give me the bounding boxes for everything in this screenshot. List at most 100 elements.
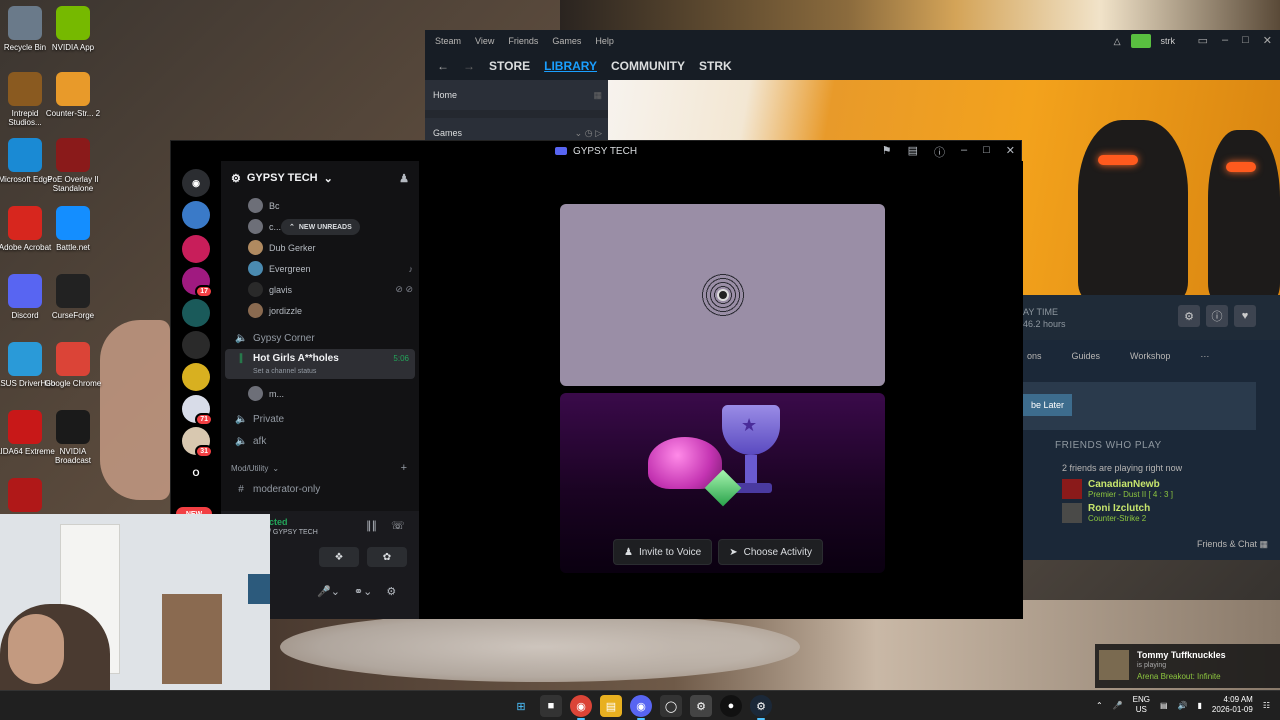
user-video-tile[interactable] — [560, 204, 885, 386]
server-icon[interactable] — [182, 363, 210, 391]
friends-chat-button[interactable]: Friends & Chat ▦ — [1197, 539, 1268, 550]
desktop-icon[interactable] — [0, 478, 55, 515]
desktop-icon[interactable]: Battle.net — [43, 206, 103, 252]
minimize-icon[interactable]: – — [1222, 34, 1228, 47]
friend-row[interactable]: CanadianNewb Premier - Dust II [ 4 : 3 ] — [1055, 479, 1255, 499]
chevron-up-icon[interactable]: ⌃ — [1096, 701, 1103, 710]
discord-icon[interactable]: ◉ — [630, 695, 652, 720]
inbox-icon[interactable]: ▤ — [908, 144, 918, 160]
server-icon[interactable] — [182, 331, 210, 359]
noise-suppression-icon[interactable]: ∥∥ — [366, 519, 377, 532]
bigpicture-icon[interactable]: ▭ — [1198, 34, 1208, 47]
nav-community[interactable]: COMMUNITY — [611, 59, 685, 73]
category-mod-utility[interactable]: Mod/Utility ⌄ + — [221, 458, 419, 478]
steam-menu-view[interactable]: View — [475, 36, 494, 46]
task-view-icon[interactable]: ■ — [540, 695, 562, 717]
heart-icon[interactable]: ♥ — [1234, 305, 1256, 327]
broadcast-icon[interactable]: △ — [1114, 36, 1121, 47]
notifications-icon[interactable]: ☷ — [1263, 701, 1270, 710]
server-icon[interactable]: 31 — [182, 427, 213, 458]
steam-notification[interactable]: Tommy Tuffknuckles is playing Arena Brea… — [1095, 644, 1280, 688]
battery-icon[interactable]: ▮ — [1198, 701, 1202, 710]
nav-user[interactable]: STRK — [699, 59, 732, 73]
notification-bell-icon[interactable] — [1130, 34, 1151, 48]
clock[interactable]: 4:09 AM 2026-01-09 — [1212, 695, 1253, 715]
choose-activity-button[interactable]: ➤ Choose Activity — [718, 539, 823, 565]
desktop-icon[interactable]: Google Chrome — [43, 342, 103, 388]
language-indicator[interactable]: ENG US — [1133, 695, 1150, 715]
channel-afk[interactable]: 🔈 afk — [225, 430, 415, 452]
tab-guides[interactable]: Guides — [1072, 351, 1101, 361]
close-icon[interactable]: ✕ — [1006, 144, 1015, 160]
help-icon[interactable]: ⓘ — [934, 144, 945, 160]
play-later-button[interactable]: be Later — [1023, 394, 1073, 416]
voice-user[interactable]: c... — [221, 216, 419, 237]
voice-user[interactable]: Dub Gerker — [221, 237, 419, 258]
headphones-icon[interactable]: ⚭⌄ — [354, 585, 372, 598]
obs-icon[interactable]: ◯ — [660, 695, 682, 717]
channel-moderator-only[interactable]: # moderator-only — [225, 478, 415, 500]
network-icon[interactable]: ▤ — [1160, 701, 1168, 710]
voice-user[interactable]: m... — [221, 383, 419, 404]
sidebar-home[interactable]: Home ▦ — [425, 80, 608, 110]
microphone-icon[interactable]: 🎤⌄ — [317, 585, 340, 598]
close-icon[interactable]: ✕ — [1263, 34, 1272, 47]
server-icon[interactable] — [182, 299, 210, 327]
voice-user[interactable]: jordizzle — [221, 300, 419, 321]
steam-menu-games[interactable]: Games — [552, 36, 581, 46]
soundboard-icon[interactable]: ✿ — [367, 547, 407, 567]
channel-private[interactable]: 🔈 Private — [225, 408, 415, 430]
gear-icon[interactable]: ⚙ — [1178, 305, 1200, 327]
activity-icon[interactable]: ❖ — [319, 547, 359, 567]
back-arrow-icon[interactable]: ← — [437, 59, 449, 73]
invite-to-voice-button[interactable]: ♟ Invite to Voice — [613, 539, 713, 565]
file-explorer-icon[interactable]: ▤ — [600, 695, 622, 717]
desktop-icon[interactable]: NVIDIA Broadcast — [43, 410, 103, 465]
app-icon[interactable]: ● — [720, 695, 742, 717]
voice-user[interactable]: Bc — [221, 195, 419, 216]
maximize-icon[interactable]: □ — [983, 144, 990, 160]
info-icon[interactable]: ⓘ — [1206, 305, 1228, 327]
server-icon[interactable] — [182, 235, 210, 263]
disconnect-icon[interactable]: ☏ — [391, 519, 405, 532]
friend-row[interactable]: Roni Izclutch Counter-Strike 2 — [1055, 503, 1255, 523]
flag-icon[interactable]: ⚑ — [882, 144, 892, 160]
settings-gear-icon[interactable]: ⚙ — [386, 585, 396, 598]
grid-icon[interactable]: ▦ — [593, 90, 602, 101]
maximize-icon[interactable]: □ — [1242, 34, 1249, 47]
desktop-icon[interactable]: CurseForge — [43, 274, 103, 320]
tab-workshop[interactable]: Workshop — [1130, 351, 1170, 361]
steam-menu-friends[interactable]: Friends — [508, 36, 538, 46]
voice-user[interactable]: Evergreen ♪ — [221, 258, 419, 279]
server-icon[interactable]: O — [182, 459, 210, 487]
start-windows-icon[interactable]: ⊞ — [510, 695, 532, 717]
voice-location[interactable]: / GYPSY TECH — [269, 529, 318, 536]
desktop-icon[interactable]: Counter-Str... 2 — [43, 72, 103, 118]
server-icon[interactable] — [182, 201, 210, 229]
tab-more[interactable]: ··· — [1200, 351, 1209, 361]
steam-icon[interactable]: ⚙ — [750, 695, 772, 720]
channel-gypsy-corner[interactable]: 🔈 Gypsy Corner — [225, 327, 415, 349]
steam-username[interactable]: strk — [1161, 36, 1176, 46]
settings-gear-icon[interactable]: ⚙ — [690, 695, 712, 717]
chrome-icon[interactable]: ◉ — [570, 695, 592, 720]
minimize-icon[interactable]: – — [961, 144, 967, 160]
steam-menu-steam[interactable]: Steam — [435, 36, 461, 46]
discord-home-icon[interactable]: ◉ — [182, 169, 210, 197]
server-icon[interactable]: 17 — [182, 267, 213, 298]
nav-library[interactable]: LIBRARY — [544, 59, 597, 73]
add-people-icon[interactable]: ♟ — [399, 172, 409, 185]
desktop-icon[interactable]: NVIDIA App — [43, 6, 103, 52]
channel-active-voice[interactable]: ∥ Hot Girls A**holes 5:06 Set a channel … — [225, 349, 415, 379]
volume-icon[interactable]: 🔊 — [1178, 701, 1188, 710]
nav-store[interactable]: STORE — [489, 59, 530, 73]
voice-user[interactable]: glavis ⊘ ⊘ — [221, 279, 419, 300]
chevron-down-icon[interactable]: ⌄ ◷ ▷ — [575, 128, 602, 139]
server-header[interactable]: ⚙ GYPSY TECH ⌄ ♟ — [221, 161, 419, 195]
microphone-icon[interactable]: 🎤 — [1113, 701, 1123, 710]
channel-status[interactable]: Set a channel status — [253, 368, 316, 375]
server-icon[interactable]: 71 — [182, 395, 213, 426]
forward-arrow-icon[interactable]: → — [463, 59, 475, 73]
tab-addons[interactable]: ons — [1027, 351, 1042, 361]
desktop-icon[interactable]: PoE Overlay II Standalone — [43, 138, 103, 193]
